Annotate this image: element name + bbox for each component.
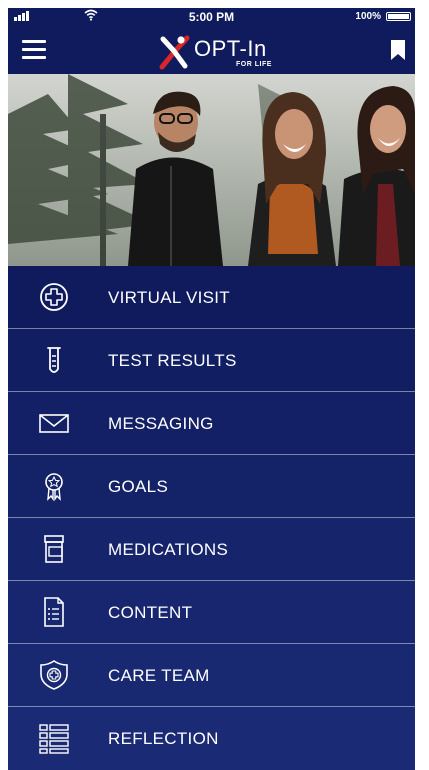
status-bar: 5:00 PM 100% (8, 8, 415, 26)
app-screen: 5:00 PM 100% OPT-In FOR LIFE VIRTUAL VIS… (8, 8, 415, 770)
battery-percent: 100% (355, 11, 381, 22)
bookmark-icon[interactable] (391, 40, 405, 60)
hamburger-menu-icon (22, 40, 46, 43)
pill-bottle-icon (44, 535, 64, 563)
main-menu: VIRTUAL VISIT TEST RESULTS MESSAGING GOA… (8, 266, 415, 770)
award-ribbon-icon (45, 473, 63, 502)
shield-plus-icon (40, 660, 68, 690)
menu-item-goals[interactable]: GOALS (8, 455, 415, 518)
menu-item-test-results[interactable]: TEST RESULTS (8, 329, 415, 392)
menu-item-label: CARE TEAM (108, 666, 210, 685)
list-icon (39, 724, 69, 754)
logo-subtext: FOR LIFE (236, 61, 272, 68)
menu-item-label: MEDICATIONS (108, 540, 229, 559)
menu-item-care-team[interactable]: CARE TEAM (8, 644, 415, 707)
app-header: OPT-In FOR LIFE (8, 26, 415, 74)
menu-item-messaging[interactable]: MESSAGING (8, 392, 415, 455)
menu-item-label: MESSAGING (108, 414, 214, 433)
menu-item-medications[interactable]: MEDICATIONS (8, 518, 415, 581)
menu-item-label: VIRTUAL VISIT (108, 288, 230, 307)
hamburger-menu-button[interactable] (22, 40, 46, 60)
plus-circle-icon (40, 283, 68, 311)
menu-item-virtual-visit[interactable]: VIRTUAL VISIT (8, 266, 415, 329)
menu-item-label: CONTENT (108, 603, 193, 622)
hero-photo (8, 74, 415, 266)
status-time: 5:00 PM (188, 10, 235, 24)
document-list-icon (44, 597, 64, 627)
test-tube-icon (47, 347, 61, 373)
menu-item-label: TEST RESULTS (108, 351, 237, 370)
battery-icon (386, 12, 411, 21)
menu-item-content[interactable]: CONTENT (8, 581, 415, 644)
logo-text: OPT-In (194, 36, 267, 61)
logo-figure-icon (159, 35, 190, 70)
menu-item-reflection[interactable]: REFLECTION (8, 707, 415, 770)
envelope-icon (39, 414, 69, 433)
menu-item-label: GOALS (108, 477, 169, 496)
menu-item-label: REFLECTION (108, 729, 219, 748)
app-logo: OPT-In FOR LIFE (158, 34, 288, 74)
